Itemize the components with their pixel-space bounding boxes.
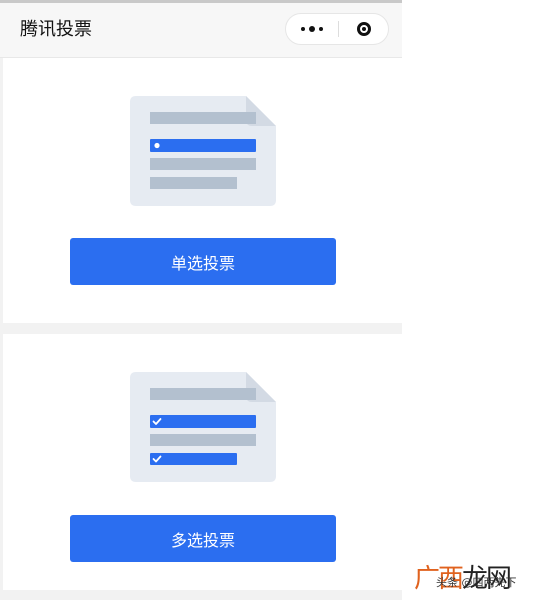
watermark-subtitle: 头条 @四两先下: [436, 576, 517, 589]
navigation-bar: 腾讯投票: [0, 3, 402, 58]
single-choice-card: 单选投票: [3, 58, 402, 323]
single-choice-form-icon: [130, 96, 276, 206]
mini-program-window: 腾讯投票 单选投票 多选投票: [0, 0, 402, 600]
multi-choice-card: 多选投票: [3, 334, 402, 590]
close-target-icon: [357, 22, 371, 36]
watermark: 广西龙网 头条 @四两先下: [414, 556, 548, 596]
more-dot-center: [309, 26, 315, 32]
close-button[interactable]: [339, 14, 389, 44]
multi-choice-vote-button[interactable]: 多选投票: [70, 515, 336, 562]
capsule-menu: [285, 13, 389, 45]
more-menu-button[interactable]: [286, 14, 338, 44]
more-dot-right: [319, 27, 323, 31]
screen: 腾讯投票 单选投票 多选投票 广西龙网 头条 @四两先下: [0, 0, 548, 600]
multi-choice-form-icon: [130, 372, 276, 482]
single-choice-vote-button[interactable]: 单选投票: [70, 238, 336, 285]
close-target-dot: [362, 27, 366, 31]
more-dots-icon: [301, 27, 305, 31]
page-title: 腾讯投票: [20, 19, 92, 40]
